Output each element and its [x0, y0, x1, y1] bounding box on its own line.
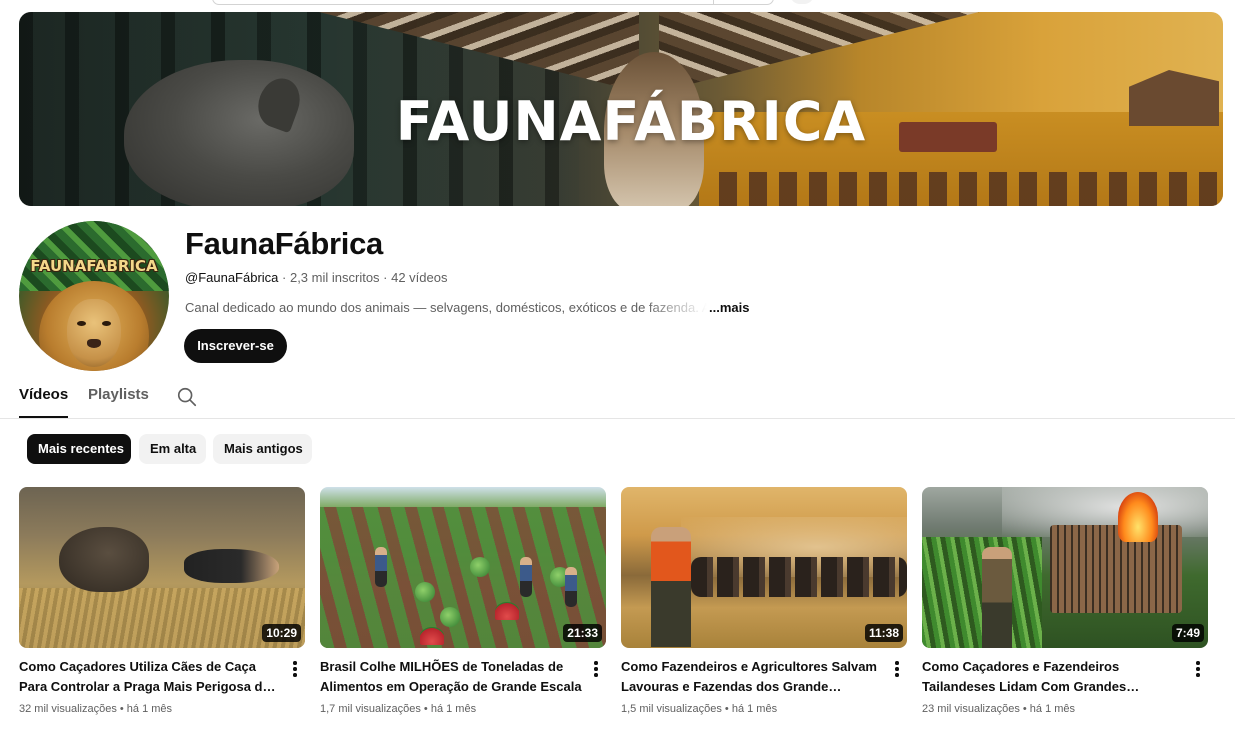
video-age: há 1 mês [1029, 703, 1076, 715]
avatar-logo-text: FAUNAFABRICA [30, 257, 158, 275]
kebab-dot [895, 673, 899, 677]
thumb-hunter [651, 527, 691, 647]
tab-playlists[interactable]: Playlists [88, 386, 149, 418]
chip-most-recent[interactable]: Mais recentes [27, 434, 131, 464]
banner-brand-text: FAUNAFÁBRICA [395, 90, 867, 153]
video-title[interactable]: Brasil Colhe MILHÕES de Toneladas de Ali… [320, 657, 582, 697]
video-meta: 1,5 mil visualizações • há 1 mês [621, 703, 777, 715]
search-icon[interactable] [176, 386, 198, 408]
kebab-dot [1196, 673, 1200, 677]
channel-description[interactable]: Canal dedicado ao mundo dos animais — se… [185, 300, 749, 315]
video-duration: 11:38 [864, 624, 903, 642]
video-meta: 23 mil visualizações • há 1 mês [922, 703, 1075, 715]
thumb-farmer [982, 547, 1012, 648]
thumb-melon [470, 557, 490, 577]
search-bar-divider [713, 0, 714, 4]
channel-name: FaunaFábrica [185, 226, 383, 261]
channel-avatar[interactable]: FAUNAFABRICA [19, 221, 169, 371]
banner-cattle [719, 172, 1223, 206]
meta-separator: · [379, 270, 392, 285]
search-icon-glyph [177, 387, 197, 407]
video-age: há 1 mês [126, 703, 173, 715]
tab-videos[interactable]: Vídeos [19, 386, 69, 418]
video-views: 23 mil visualizações [922, 703, 1020, 715]
video-card[interactable]: 7:49 Como Caçadores e Fazendeiros Tailan… [922, 487, 1208, 715]
video-views: 32 mil visualizações [19, 703, 117, 715]
video-views: 1,5 mil visualizações [621, 703, 722, 715]
description-more-link[interactable]: ...mais [709, 300, 749, 315]
thumb-boar [59, 527, 149, 592]
video-thumbnail[interactable]: 21:33 [320, 487, 606, 648]
kebab-dot [594, 667, 598, 671]
meta-dot: • [420, 703, 431, 715]
video-title[interactable]: Como Caçadores e Fazendeiros Tailandeses… [922, 657, 1184, 697]
channel-tabs: Vídeos Playlists [19, 386, 1235, 418]
avatar-lion-eye-left [77, 321, 86, 326]
kebab-dot [594, 673, 598, 677]
kebab-dot [1196, 661, 1200, 665]
more-actions-icon[interactable] [291, 661, 299, 679]
thumb-fire [1118, 492, 1158, 542]
avatar-lion-nose [87, 339, 101, 348]
video-thumbnail[interactable]: 11:38 [621, 487, 907, 648]
thumb-melon [415, 582, 435, 602]
thumb-melon-slice [420, 627, 444, 645]
more-actions-icon[interactable] [592, 661, 600, 679]
video-card[interactable]: 10:29 Como Caçadores Utiliza Cães de Caç… [19, 487, 305, 715]
video-card[interactable]: 21:33 Brasil Colhe MILHÕES de Toneladas … [320, 487, 606, 715]
more-actions-icon[interactable] [893, 661, 901, 679]
thumb-buffalo-herd [691, 557, 907, 597]
channel-meta: @FaunaFábrica · 2,3 mil inscritos · 42 v… [185, 270, 447, 285]
video-thumbnail[interactable]: 7:49 [922, 487, 1208, 648]
channel-description-text: Canal dedicado ao mundo dos animais — se… [185, 300, 707, 315]
video-age: há 1 mês [731, 703, 778, 715]
video-duration: 7:49 [1171, 624, 1204, 642]
thumb-worker [520, 557, 532, 597]
thumb-melon [440, 607, 460, 627]
video-thumbnail[interactable]: 10:29 [19, 487, 305, 648]
video-meta: 32 mil visualizações • há 1 mês [19, 703, 172, 715]
banner-hawk-wing-right [659, 12, 979, 92]
chip-trending[interactable]: Em alta [139, 434, 206, 464]
video-duration: 21:33 [563, 624, 602, 642]
thumb-cage [1050, 525, 1182, 613]
kebab-dot [895, 661, 899, 665]
kebab-dot [594, 661, 598, 665]
avatar-lion-face [67, 299, 121, 367]
subscribe-button[interactable]: Inscrever-se [184, 329, 287, 363]
video-title[interactable]: Como Fazendeiros e Agricultores Salvam L… [621, 657, 883, 697]
thumb-worker [375, 547, 387, 587]
channel-handle: @FaunaFábrica [185, 270, 279, 285]
video-title[interactable]: Como Caçadores Utiliza Cães de Caça Para… [19, 657, 281, 697]
search-bar-edge[interactable] [212, 0, 774, 5]
thumb-dog [184, 549, 279, 583]
channel-banner: FAUNAFÁBRICA [19, 12, 1223, 206]
tabs-divider [0, 418, 1235, 419]
meta-dot: • [1019, 703, 1030, 715]
kebab-dot [293, 673, 297, 677]
video-card[interactable]: 11:38 Como Fazendeiros e Agricultores Sa… [621, 487, 907, 715]
avatar-lion-eye-right [102, 321, 111, 326]
video-count: 42 vídeos [391, 270, 448, 285]
meta-dot: • [721, 703, 732, 715]
kebab-dot [1196, 667, 1200, 671]
subscriber-count: 2,3 mil inscritos [289, 270, 380, 285]
voice-search-button-edge[interactable] [790, 0, 814, 4]
video-meta: 1,7 mil visualizações • há 1 mês [320, 703, 476, 715]
kebab-dot [293, 667, 297, 671]
kebab-dot [293, 661, 297, 665]
kebab-dot [895, 667, 899, 671]
thumb-melon-slice [495, 602, 519, 620]
video-age: há 1 mês [430, 703, 477, 715]
video-views: 1,7 mil visualizações [320, 703, 421, 715]
thumb-worker [565, 567, 577, 607]
meta-dot: • [116, 703, 127, 715]
meta-separator: · [278, 270, 290, 285]
chip-oldest[interactable]: Mais antigos [213, 434, 312, 464]
video-duration: 10:29 [262, 624, 301, 642]
more-actions-icon[interactable] [1194, 661, 1202, 679]
